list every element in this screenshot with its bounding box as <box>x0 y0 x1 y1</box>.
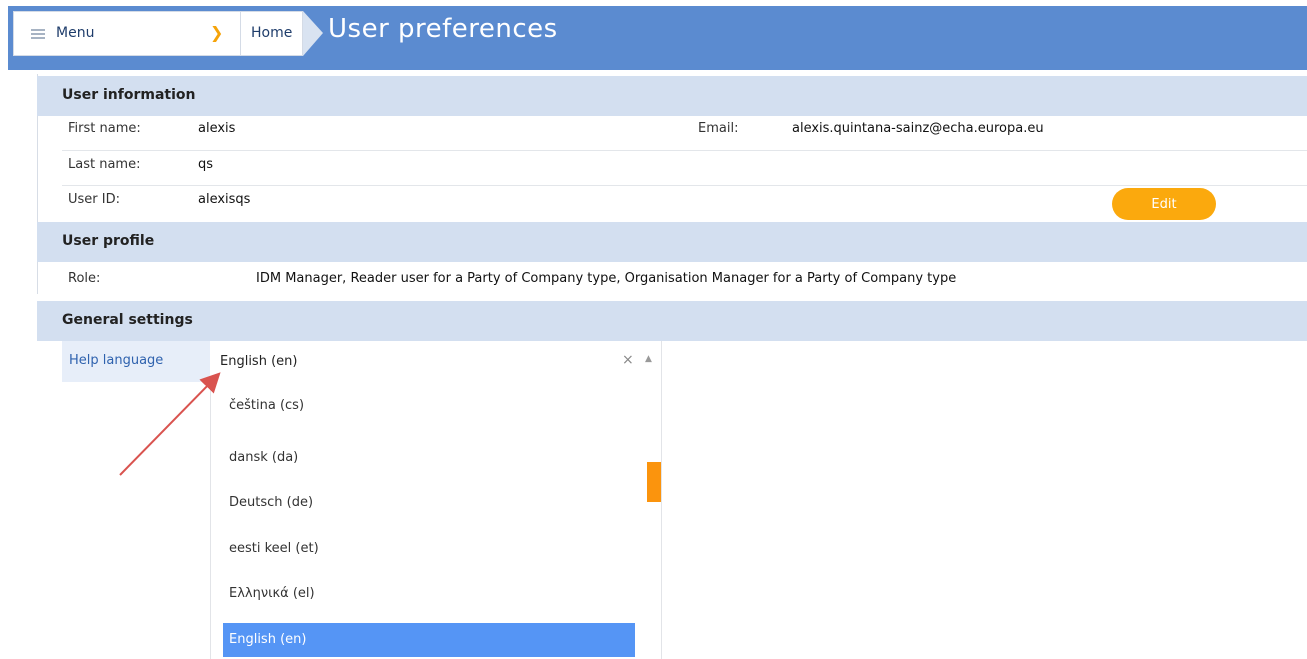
annotation-arrow <box>119 372 221 476</box>
